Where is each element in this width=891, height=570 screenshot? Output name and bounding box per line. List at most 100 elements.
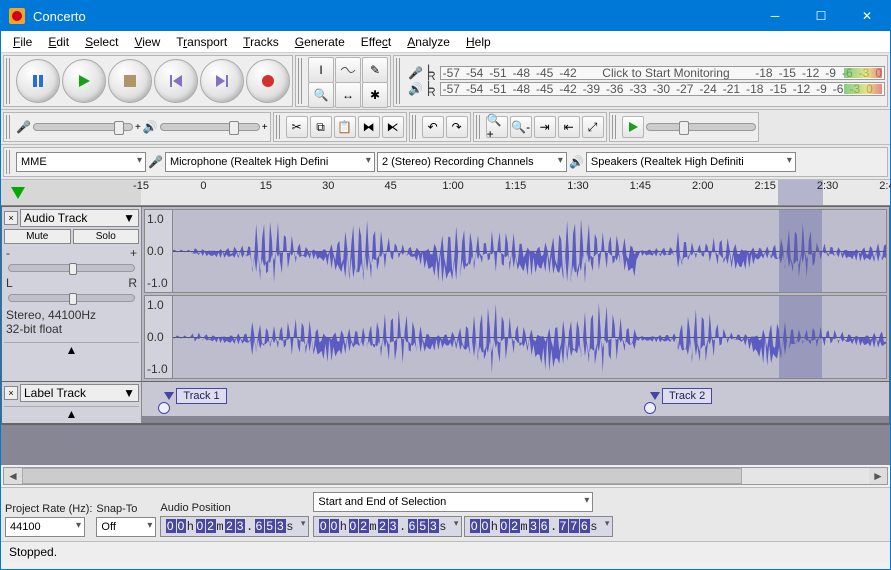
recording-channels-dropdown[interactable]: 2 (Stereo) Recording Channels [377,152,567,172]
speaker-icon: 🔊 [569,155,584,169]
selection-start-field[interactable]: 00h02m23.653s [313,516,462,537]
menu-transport[interactable]: Transport [168,33,235,51]
audio-position-field[interactable]: 00h02m23.653s [160,516,309,537]
menu-help[interactable]: Help [458,33,499,51]
track-collapse-button[interactable]: ▲ [4,406,139,421]
playback-volume-slider[interactable] [160,123,260,131]
track-menu-button[interactable]: Audio Track▼ [20,209,139,227]
trim-button[interactable]: ⧓ [358,116,380,138]
waveform-left-channel[interactable]: 1.00.0-1.0 [144,209,887,293]
mute-button[interactable]: Mute [4,229,71,244]
waveform-right-channel[interactable]: 1.00.0-1.0 [144,295,887,379]
recording-device-dropdown[interactable]: Microphone (Realtek High Defini [165,152,375,172]
paste-button[interactable]: 📋 [334,116,356,138]
toolbar-grip[interactable] [612,115,618,139]
menu-analyze[interactable]: Analyze [399,33,458,51]
copy-button[interactable]: ⧉ [310,116,332,138]
menu-tracks[interactable]: Tracks [235,33,287,51]
label-marker[interactable]: Track 2 [650,388,712,404]
toolbar-grip[interactable] [6,115,12,139]
minimize-button[interactable]: ─ [752,1,798,31]
redo-button[interactable]: ↷ [446,116,468,138]
ruler-tick: 2:00 [692,180,713,192]
timeline-ruler[interactable]: -1501530451:001:151:301:452:002:152:302:… [141,180,890,205]
record-button[interactable] [246,59,290,103]
ruler-tick: 0 [200,180,206,192]
scroll-left-button[interactable]: ◄ [4,469,22,483]
play-at-speed-toolbar [609,112,759,142]
undo-button[interactable]: ↶ [422,116,444,138]
plus-icon: + [262,122,268,133]
track-format-label: Stereo, 44100Hz 32-bit float [4,306,139,338]
ruler-tick: -15 [133,180,149,192]
menu-file[interactable]: File [5,33,40,51]
playback-level-meter[interactable]: -57-54-51-48-45-42-39-36-33-30-27-24-21-… [440,82,885,96]
selection-end-field[interactable]: 00h02m36.776s [464,516,613,537]
transport-toolbar [3,55,293,107]
selection-tool[interactable]: I [308,57,334,83]
toolbar-grip[interactable] [298,58,304,104]
menu-edit[interactable]: Edit [40,33,77,51]
label-track: × Label Track▼ ▲ Track 1 Track 2 [2,382,889,424]
playback-device-dropdown[interactable]: Speakers (Realtek High Definiti [586,152,796,172]
playhead-icon[interactable] [11,187,25,199]
toolbar-grip[interactable] [276,115,282,139]
fit-selection-button[interactable]: ⇥ [534,116,556,138]
toolbar-grip[interactable] [396,58,402,104]
zoom-in-button[interactable]: 🔍+ [486,116,508,138]
track-close-button[interactable]: × [4,211,18,225]
zoom-toolbar: 🔍+ 🔍- ⇥ ⇤ ⤢ [473,112,607,142]
zoom-toggle-button[interactable]: ⤢ [582,116,604,138]
menu-select[interactable]: Select [77,33,126,51]
mic-icon[interactable]: 🎤 [408,66,423,80]
fit-project-button[interactable]: ⇤ [558,116,580,138]
envelope-tool[interactable] [335,57,361,83]
label-marker[interactable]: Track 1 [164,388,226,404]
audio-host-dropdown[interactable]: MME [16,152,146,172]
selection-mode-dropdown[interactable]: Start and End of Selection [313,492,593,512]
silence-button[interactable]: ⧔ [382,116,404,138]
multi-tool[interactable]: ✱ [362,82,388,108]
maximize-button[interactable]: ☐ [798,1,844,31]
gain-slider[interactable] [8,264,135,272]
cut-button[interactable]: ✂ [286,116,308,138]
toolbar-grip[interactable] [6,150,12,174]
track-collapse-button[interactable]: ▲ [4,342,139,357]
playback-speed-slider[interactable] [646,123,756,131]
stop-button[interactable] [108,59,152,103]
app-logo [9,8,25,24]
snap-to-dropdown[interactable]: Off [96,517,156,537]
timeshift-tool[interactable]: ↔ [335,82,361,108]
recording-volume-slider[interactable] [33,123,133,131]
skip-start-button[interactable] [154,59,198,103]
track-close-button[interactable]: × [4,386,18,400]
skip-end-button[interactable] [200,59,244,103]
track-menu-button[interactable]: Label Track▼ [20,384,139,402]
window-title: Concerto [33,9,752,24]
pan-slider[interactable] [8,294,135,302]
toolbar-grip[interactable] [6,58,12,104]
scroll-right-button[interactable]: ► [869,469,887,483]
project-rate-dropdown[interactable]: 44100 [5,517,85,537]
pause-button[interactable] [16,59,60,103]
mic-icon: 🎤 [16,120,31,134]
undo-toolbar: ↶ ↷ [409,112,471,142]
horizontal-scrollbar[interactable]: ◄ ► [3,467,888,485]
play-button[interactable] [62,59,106,103]
toolbar-grip[interactable] [476,115,482,139]
close-button[interactable]: ✕ [844,1,890,31]
ruler-tick: 1:15 [505,180,526,192]
zoom-tool[interactable]: 🔍 [308,82,334,108]
draw-tool[interactable]: ✎ [362,57,388,83]
solo-button[interactable]: Solo [73,229,140,244]
zoom-out-button[interactable]: 🔍- [510,116,532,138]
menu-effect[interactable]: Effect [353,33,399,51]
audio-track: × Audio Track▼ Mute Solo -+ LR Stereo, 4… [2,207,889,382]
menu-generate[interactable]: Generate [287,33,353,51]
speaker-icon[interactable]: 🔊 [408,82,423,96]
recording-level-meter[interactable]: -57-54-51-48-45-42 Click to Start Monito… [440,66,885,80]
label-track-body[interactable]: Track 1 Track 2 [142,382,889,416]
play-at-speed-button[interactable] [622,116,644,138]
menu-view[interactable]: View [126,33,168,51]
toolbar-grip[interactable] [412,115,418,139]
